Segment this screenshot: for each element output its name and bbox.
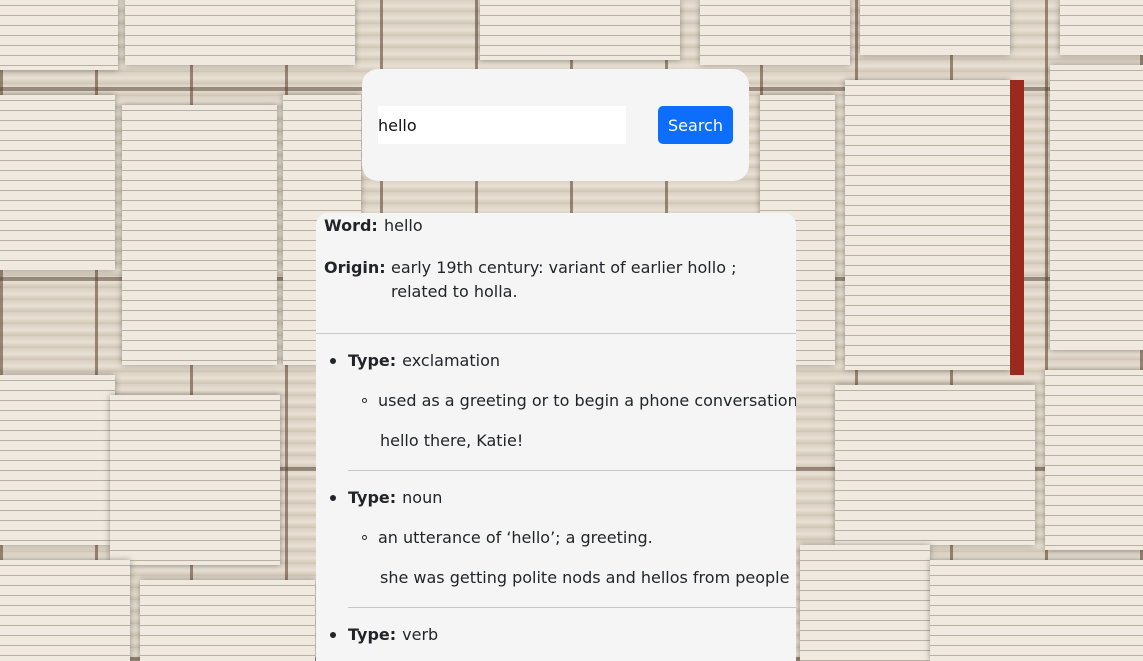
search-input[interactable] (378, 106, 626, 144)
bullet-disc-icon (330, 357, 336, 364)
word-label: Word: (324, 216, 378, 235)
divider (316, 333, 796, 334)
meaning-divider (348, 607, 796, 608)
type-label: Type: (348, 351, 397, 370)
origin-label: Origin: (324, 258, 386, 277)
type-value: exclamation (402, 351, 500, 370)
result-card: Word: hello Origin: early 19th century: … (316, 213, 796, 661)
word-value: hello (384, 216, 423, 235)
definition-text: used as a greeting or to begin a phone c… (378, 391, 796, 410)
bullet-circle-icon (362, 398, 367, 403)
search-button[interactable]: Search (658, 106, 733, 144)
definition-text: an utterance of ‘hello’; a greeting. (378, 528, 653, 547)
type-line: Type: noun (330, 488, 442, 507)
definition-line: an utterance of ‘hello’; a greeting. (362, 528, 653, 547)
type-value: noun (402, 488, 443, 507)
origin-value: early 19th century: variant of earlier h… (391, 258, 737, 301)
type-label: Type: (348, 625, 397, 644)
type-line: Type: verb (330, 625, 438, 644)
bullet-disc-icon (330, 494, 336, 501)
type-label: Type: (348, 488, 397, 507)
word-row: Word: hello (324, 216, 423, 236)
search-card: Search (362, 69, 749, 181)
bullet-circle-icon (362, 535, 367, 540)
type-line: Type: exclamation (330, 351, 500, 370)
meaning-divider (348, 470, 796, 471)
definition-line: used as a greeting or to begin a phone c… (362, 391, 796, 410)
origin-row: Origin: early 19th century: variant of e… (324, 256, 791, 304)
bullet-disc-icon (330, 631, 336, 638)
example-text: she was getting polite nods and hellos f… (380, 568, 790, 587)
type-value: verb (402, 625, 439, 644)
example-text: hello there, Katie! (380, 431, 524, 450)
